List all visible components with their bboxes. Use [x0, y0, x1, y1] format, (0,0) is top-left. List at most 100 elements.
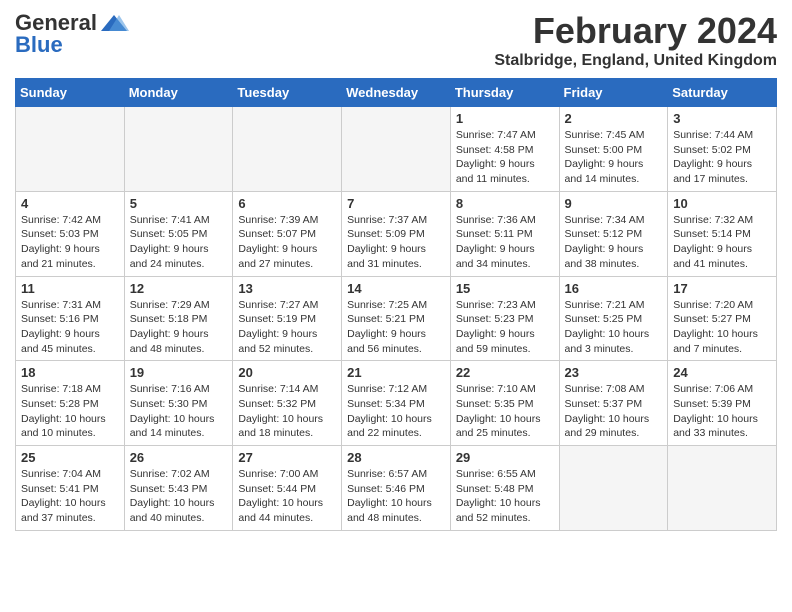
calendar-cell: 9 Sunrise: 7:34 AM Sunset: 5:12 PM Daylig…	[559, 191, 668, 276]
header-saturday: Saturday	[668, 79, 777, 107]
calendar-table: Sunday Monday Tuesday Wednesday Thursday…	[15, 78, 777, 531]
calendar-cell: 12Sunrise: 7:29 AM Sunset: 5:18 PM Dayli…	[124, 276, 233, 361]
calendar-cell: 28 Sunrise: 6:57 AM Sunset: 5:46 PM Dayli…	[342, 446, 451, 531]
day-info: Sunrise: 7:44 AM Sunset: 5:02 PM Dayligh…	[673, 128, 771, 187]
calendar-cell: 3 Sunrise: 7:44 AM Sunset: 5:02 PM Daylig…	[668, 107, 777, 192]
week-row-4: 25 Sunrise: 7:04 AM Sunset: 5:41 PM Dayli…	[16, 446, 777, 531]
day-info: Sunrise: 7:14 AM Sunset: 5:32 PM Dayligh…	[238, 382, 336, 441]
day-info: Sunrise: 7:36 AM Sunset: 5:11 PM Dayligh…	[456, 213, 554, 272]
calendar-cell	[342, 107, 451, 192]
day-number: 27	[238, 450, 336, 465]
day-number: 10	[673, 196, 771, 211]
day-info: Sunrise: 6:55 AM Sunset: 5:48 PM Dayligh…	[456, 467, 554, 526]
day-info: Sunrise: 6:57 AM Sunset: 5:46 PM Dayligh…	[347, 467, 445, 526]
day-info: Sunrise: 7:25 AM Sunset: 5:21 PM Dayligh…	[347, 298, 445, 357]
calendar-cell: 1 Sunrise: 7:47 AM Sunset: 4:58 PM Daylig…	[450, 107, 559, 192]
calendar-cell	[16, 107, 125, 192]
calendar-cell: 20 Sunrise: 7:14 AM Sunset: 5:32 PM Dayli…	[233, 361, 342, 446]
calendar-cell: 11Sunrise: 7:31 AM Sunset: 5:16 PM Dayli…	[16, 276, 125, 361]
day-number: 29	[456, 450, 554, 465]
calendar-cell: 24 Sunrise: 7:06 AM Sunset: 5:39 PM Dayli…	[668, 361, 777, 446]
day-number: 28	[347, 450, 445, 465]
day-info: Sunrise: 7:20 AM Sunset: 5:27 PM Dayligh…	[673, 298, 771, 357]
calendar-cell	[233, 107, 342, 192]
day-number: 5	[130, 196, 228, 211]
day-number: 23	[565, 365, 663, 380]
page-header: General Blue February 2024 Stalbridge, E…	[15, 10, 777, 70]
logo-icon	[99, 13, 129, 33]
week-row-1: 4 Sunrise: 7:42 AM Sunset: 5:03 PM Daylig…	[16, 191, 777, 276]
day-number: 20	[238, 365, 336, 380]
day-number: 14	[347, 281, 445, 296]
day-info: Sunrise: 7:27 AM Sunset: 5:19 PM Dayligh…	[238, 298, 336, 357]
header-sunday: Sunday	[16, 79, 125, 107]
calendar-cell: 2Sunrise: 7:45 AM Sunset: 5:00 PM Daylig…	[559, 107, 668, 192]
header-friday: Friday	[559, 79, 668, 107]
day-info: Sunrise: 7:29 AM Sunset: 5:18 PM Dayligh…	[130, 298, 228, 357]
calendar-cell: 4 Sunrise: 7:42 AM Sunset: 5:03 PM Daylig…	[16, 191, 125, 276]
calendar-cell: 10 Sunrise: 7:32 AM Sunset: 5:14 PM Dayli…	[668, 191, 777, 276]
day-info: Sunrise: 7:42 AM Sunset: 5:03 PM Dayligh…	[21, 213, 119, 272]
day-number: 19	[130, 365, 228, 380]
day-info: Sunrise: 7:02 AM Sunset: 5:43 PM Dayligh…	[130, 467, 228, 526]
day-number: 1	[456, 111, 554, 126]
header-thursday: Thursday	[450, 79, 559, 107]
day-info: Sunrise: 7:41 AM Sunset: 5:05 PM Dayligh…	[130, 213, 228, 272]
calendar-cell: 23 Sunrise: 7:08 AM Sunset: 5:37 PM Dayli…	[559, 361, 668, 446]
day-info: Sunrise: 7:47 AM Sunset: 4:58 PM Dayligh…	[456, 128, 554, 187]
logo-blue: Blue	[15, 32, 63, 58]
day-info: Sunrise: 7:00 AM Sunset: 5:44 PM Dayligh…	[238, 467, 336, 526]
day-number: 7	[347, 196, 445, 211]
calendar-cell: 15 Sunrise: 7:23 AM Sunset: 5:23 PM Dayli…	[450, 276, 559, 361]
day-number: 26	[130, 450, 228, 465]
calendar-cell: 29 Sunrise: 6:55 AM Sunset: 5:48 PM Dayli…	[450, 446, 559, 531]
day-info: Sunrise: 7:08 AM Sunset: 5:37 PM Dayligh…	[565, 382, 663, 441]
title-section: February 2024 Stalbridge, England, Unite…	[494, 10, 777, 70]
calendar-cell	[124, 107, 233, 192]
day-info: Sunrise: 7:06 AM Sunset: 5:39 PM Dayligh…	[673, 382, 771, 441]
day-number: 17	[673, 281, 771, 296]
day-number: 25	[21, 450, 119, 465]
calendar-cell: 16 Sunrise: 7:21 AM Sunset: 5:25 PM Dayli…	[559, 276, 668, 361]
day-number: 8	[456, 196, 554, 211]
week-row-0: 1 Sunrise: 7:47 AM Sunset: 4:58 PM Daylig…	[16, 107, 777, 192]
week-row-3: 18 Sunrise: 7:18 AM Sunset: 5:28 PM Dayli…	[16, 361, 777, 446]
day-number: 21	[347, 365, 445, 380]
day-number: 2	[565, 111, 663, 126]
month-title: February 2024	[494, 10, 777, 52]
calendar-cell: 14 Sunrise: 7:25 AM Sunset: 5:21 PM Dayli…	[342, 276, 451, 361]
calendar-cell: 5 Sunrise: 7:41 AM Sunset: 5:05 PM Daylig…	[124, 191, 233, 276]
day-number: 13	[238, 281, 336, 296]
header-monday: Monday	[124, 79, 233, 107]
calendar-cell: 6Sunrise: 7:39 AM Sunset: 5:07 PM Daylig…	[233, 191, 342, 276]
calendar-cell: 27 Sunrise: 7:00 AM Sunset: 5:44 PM Dayli…	[233, 446, 342, 531]
day-number: 16	[565, 281, 663, 296]
day-info: Sunrise: 7:21 AM Sunset: 5:25 PM Dayligh…	[565, 298, 663, 357]
day-info: Sunrise: 7:32 AM Sunset: 5:14 PM Dayligh…	[673, 213, 771, 272]
day-number: 18	[21, 365, 119, 380]
day-number: 15	[456, 281, 554, 296]
day-info: Sunrise: 7:34 AM Sunset: 5:12 PM Dayligh…	[565, 213, 663, 272]
day-number: 6	[238, 196, 336, 211]
day-info: Sunrise: 7:10 AM Sunset: 5:35 PM Dayligh…	[456, 382, 554, 441]
calendar-cell: 17 Sunrise: 7:20 AM Sunset: 5:27 PM Dayli…	[668, 276, 777, 361]
day-number: 4	[21, 196, 119, 211]
logo: General Blue	[15, 10, 129, 58]
calendar-cell	[559, 446, 668, 531]
day-info: Sunrise: 7:12 AM Sunset: 5:34 PM Dayligh…	[347, 382, 445, 441]
calendar-cell: 13 Sunrise: 7:27 AM Sunset: 5:19 PM Dayli…	[233, 276, 342, 361]
calendar-cell: 18 Sunrise: 7:18 AM Sunset: 5:28 PM Dayli…	[16, 361, 125, 446]
week-row-2: 11Sunrise: 7:31 AM Sunset: 5:16 PM Dayli…	[16, 276, 777, 361]
day-number: 9	[565, 196, 663, 211]
day-info: Sunrise: 7:18 AM Sunset: 5:28 PM Dayligh…	[21, 382, 119, 441]
day-info: Sunrise: 7:04 AM Sunset: 5:41 PM Dayligh…	[21, 467, 119, 526]
day-number: 24	[673, 365, 771, 380]
calendar-cell: 7Sunrise: 7:37 AM Sunset: 5:09 PM Daylig…	[342, 191, 451, 276]
calendar-cell: 8 Sunrise: 7:36 AM Sunset: 5:11 PM Daylig…	[450, 191, 559, 276]
header-row: Sunday Monday Tuesday Wednesday Thursday…	[16, 79, 777, 107]
day-info: Sunrise: 7:16 AM Sunset: 5:30 PM Dayligh…	[130, 382, 228, 441]
day-number: 22	[456, 365, 554, 380]
day-number: 3	[673, 111, 771, 126]
day-info: Sunrise: 7:23 AM Sunset: 5:23 PM Dayligh…	[456, 298, 554, 357]
calendar-cell: 22 Sunrise: 7:10 AM Sunset: 5:35 PM Dayli…	[450, 361, 559, 446]
